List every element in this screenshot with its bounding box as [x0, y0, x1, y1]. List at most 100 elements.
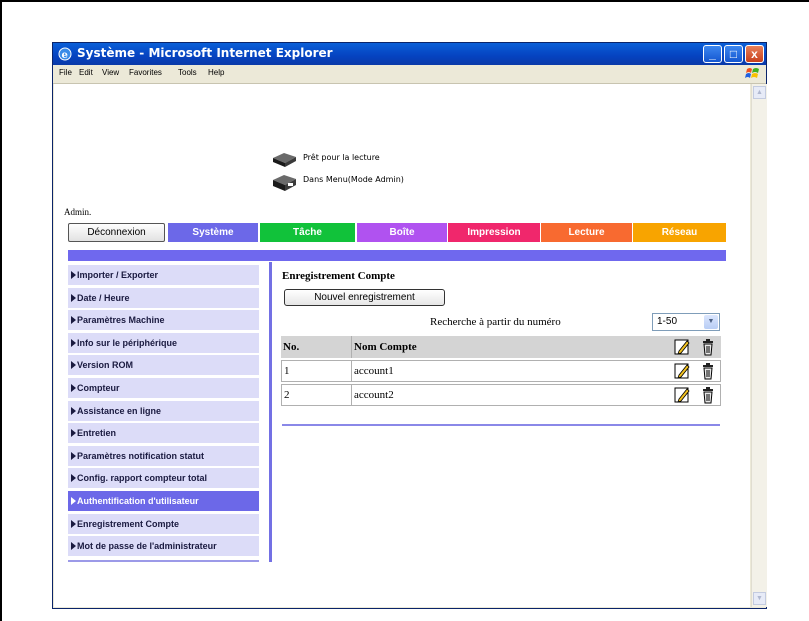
- menu-edit[interactable]: Edit: [79, 68, 93, 77]
- arrow-right-icon: [71, 519, 76, 528]
- sidebar-item[interactable]: Compteur: [68, 377, 259, 399]
- sidebar-item[interactable]: Version ROM: [68, 355, 259, 377]
- admin-printer-icon: [273, 175, 296, 191]
- sidebar-item-label: Mot de passe de l'administrateur: [77, 541, 217, 552]
- svg-text:e: e: [62, 50, 68, 61]
- sidebar-item[interactable]: Paramètres Machine: [68, 310, 259, 332]
- header-trash-icon: [695, 336, 721, 358]
- range-select[interactable]: 1-50 ▼: [652, 313, 720, 331]
- arrow-right-icon: [71, 451, 76, 460]
- header-accent-band: [68, 250, 726, 261]
- sidebar-item[interactable]: Paramètres notification statut: [68, 445, 259, 467]
- menu-tools[interactable]: Tools: [178, 68, 197, 77]
- sidebar-item-label: Config. rapport compteur total: [77, 473, 207, 484]
- menu-file[interactable]: File: [59, 68, 72, 77]
- range-select-value: 1-50: [657, 316, 678, 327]
- sidebar-item-label: Entretien: [77, 428, 117, 439]
- tab-box[interactable]: Boîte: [357, 223, 447, 242]
- window-title: Système - Microsoft Internet Explorer: [77, 46, 333, 60]
- page-viewport: Prêt pour la lecture Dans Menu(Mode Admi…: [54, 84, 750, 607]
- new-registration-button[interactable]: Nouvel enregistrement: [284, 289, 445, 306]
- internet-explorer-icon: e: [58, 47, 72, 61]
- sidebar-item-label: Authentification d'utilisateur: [77, 495, 199, 506]
- sidebar-item[interactable]: Mot de passe de l'administrateur: [68, 536, 259, 558]
- maximize-button[interactable]: □: [724, 45, 743, 63]
- status-mode-text: Dans Menu(Mode Admin): [303, 175, 404, 184]
- printer-icon: [273, 153, 296, 167]
- content-bottom-rule: [282, 424, 720, 426]
- tab-network[interactable]: Réseau: [633, 223, 726, 242]
- user-label: Admin.: [64, 207, 92, 217]
- arrow-right-icon: [71, 406, 76, 415]
- arrow-right-icon: [71, 316, 76, 325]
- menu-favorites[interactable]: Favorites: [129, 68, 162, 77]
- sidebar-item[interactable]: Importer / Exporter: [68, 265, 259, 286]
- sidebar-item-label: Paramètres Machine: [77, 315, 165, 326]
- sidebar-item[interactable]: Assistance en ligne: [68, 400, 259, 422]
- scroll-up-icon[interactable]: ▲: [753, 86, 766, 99]
- menu-view[interactable]: View: [102, 68, 119, 77]
- row-number: 2: [281, 384, 351, 406]
- arrow-right-icon: [71, 338, 76, 347]
- column-header-account-name: Nom Compte: [351, 336, 669, 358]
- tab-task[interactable]: Tâche: [260, 223, 355, 242]
- tab-system[interactable]: Système: [168, 223, 258, 242]
- sidebar-item-label: Info sur le périphérique: [77, 337, 178, 348]
- arrow-right-icon: [71, 496, 76, 505]
- sidebar-item-label: Assistance en ligne: [77, 405, 162, 416]
- arrow-right-icon: [71, 361, 76, 370]
- status-ready-text: Prêt pour la lecture: [303, 153, 380, 162]
- arrow-right-icon: [71, 542, 76, 551]
- page-title: Enregistrement Compte: [282, 270, 395, 282]
- sidebar: Importer / Exporter Date / Heure Paramètre…: [68, 265, 259, 559]
- title-bar: e Système - Microsoft Internet Explorer …: [53, 43, 766, 65]
- table-row: 2 account2: [281, 384, 721, 406]
- sidebar-item-label: Importer / Exporter: [77, 270, 159, 280]
- search-range-label: Recherche à partir du numéro: [430, 316, 561, 328]
- arrow-right-icon: [71, 429, 76, 438]
- arrow-right-icon: [71, 383, 76, 392]
- arrow-right-icon: [71, 474, 76, 483]
- sidebar-item[interactable]: Enregistrement Compte: [68, 513, 259, 535]
- accounts-table: No. Nom Compte 1 account1 2 account2: [281, 334, 721, 408]
- row-number: 1: [281, 360, 351, 382]
- trash-icon[interactable]: [695, 384, 721, 406]
- sidebar-item-label: Version ROM: [77, 360, 134, 371]
- edit-icon[interactable]: [669, 360, 695, 382]
- header-edit-icon: [669, 336, 695, 358]
- tab-scan[interactable]: Lecture: [541, 223, 632, 242]
- sidebar-item[interactable]: Info sur le périphérique: [68, 332, 259, 354]
- browser-window: e Système - Microsoft Internet Explorer …: [52, 42, 767, 609]
- menu-help[interactable]: Help: [208, 68, 224, 77]
- trash-icon[interactable]: [695, 360, 721, 382]
- chevron-down-icon[interactable]: ▼: [704, 315, 718, 329]
- column-header-number: No.: [281, 336, 351, 358]
- sidebar-item[interactable]: Config. rapport compteur total: [68, 468, 259, 490]
- windows-logo-icon: [745, 68, 759, 78]
- table-row: 1 account1: [281, 360, 721, 382]
- scroll-down-icon[interactable]: ▼: [753, 592, 766, 605]
- vertical-divider: [269, 262, 272, 562]
- sidebar-item-label: Paramètres notification statut: [77, 450, 205, 461]
- close-button[interactable]: x: [745, 45, 764, 63]
- vertical-scrollbar[interactable]: ▲ ▼: [751, 84, 767, 607]
- row-account-name: account1: [351, 360, 669, 382]
- row-account-name: account2: [351, 384, 669, 406]
- sidebar-item[interactable]: Entretien: [68, 423, 259, 445]
- minimize-button[interactable]: _: [703, 45, 722, 63]
- edit-icon[interactable]: [669, 384, 695, 406]
- logout-button[interactable]: Déconnexion: [68, 223, 165, 242]
- document-frame-top: [0, 0, 809, 2]
- arrow-right-icon: [71, 271, 76, 279]
- arrow-right-icon: [71, 293, 76, 302]
- sidebar-bottom-rule: [68, 560, 259, 562]
- document-frame-left: [0, 0, 2, 621]
- table-header-row: No. Nom Compte: [281, 336, 721, 358]
- sidebar-item-label: Enregistrement Compte: [77, 518, 180, 529]
- sidebar-item[interactable]: Authentification d'utilisateur: [68, 490, 259, 512]
- sidebar-item-label: Compteur: [77, 382, 120, 393]
- sidebar-item-label: Date / Heure: [77, 292, 130, 303]
- sidebar-item[interactable]: Date / Heure: [68, 287, 259, 309]
- tab-print[interactable]: Impression: [448, 223, 540, 242]
- menu-bar: File Edit View Favorites Tools Help: [53, 65, 766, 84]
